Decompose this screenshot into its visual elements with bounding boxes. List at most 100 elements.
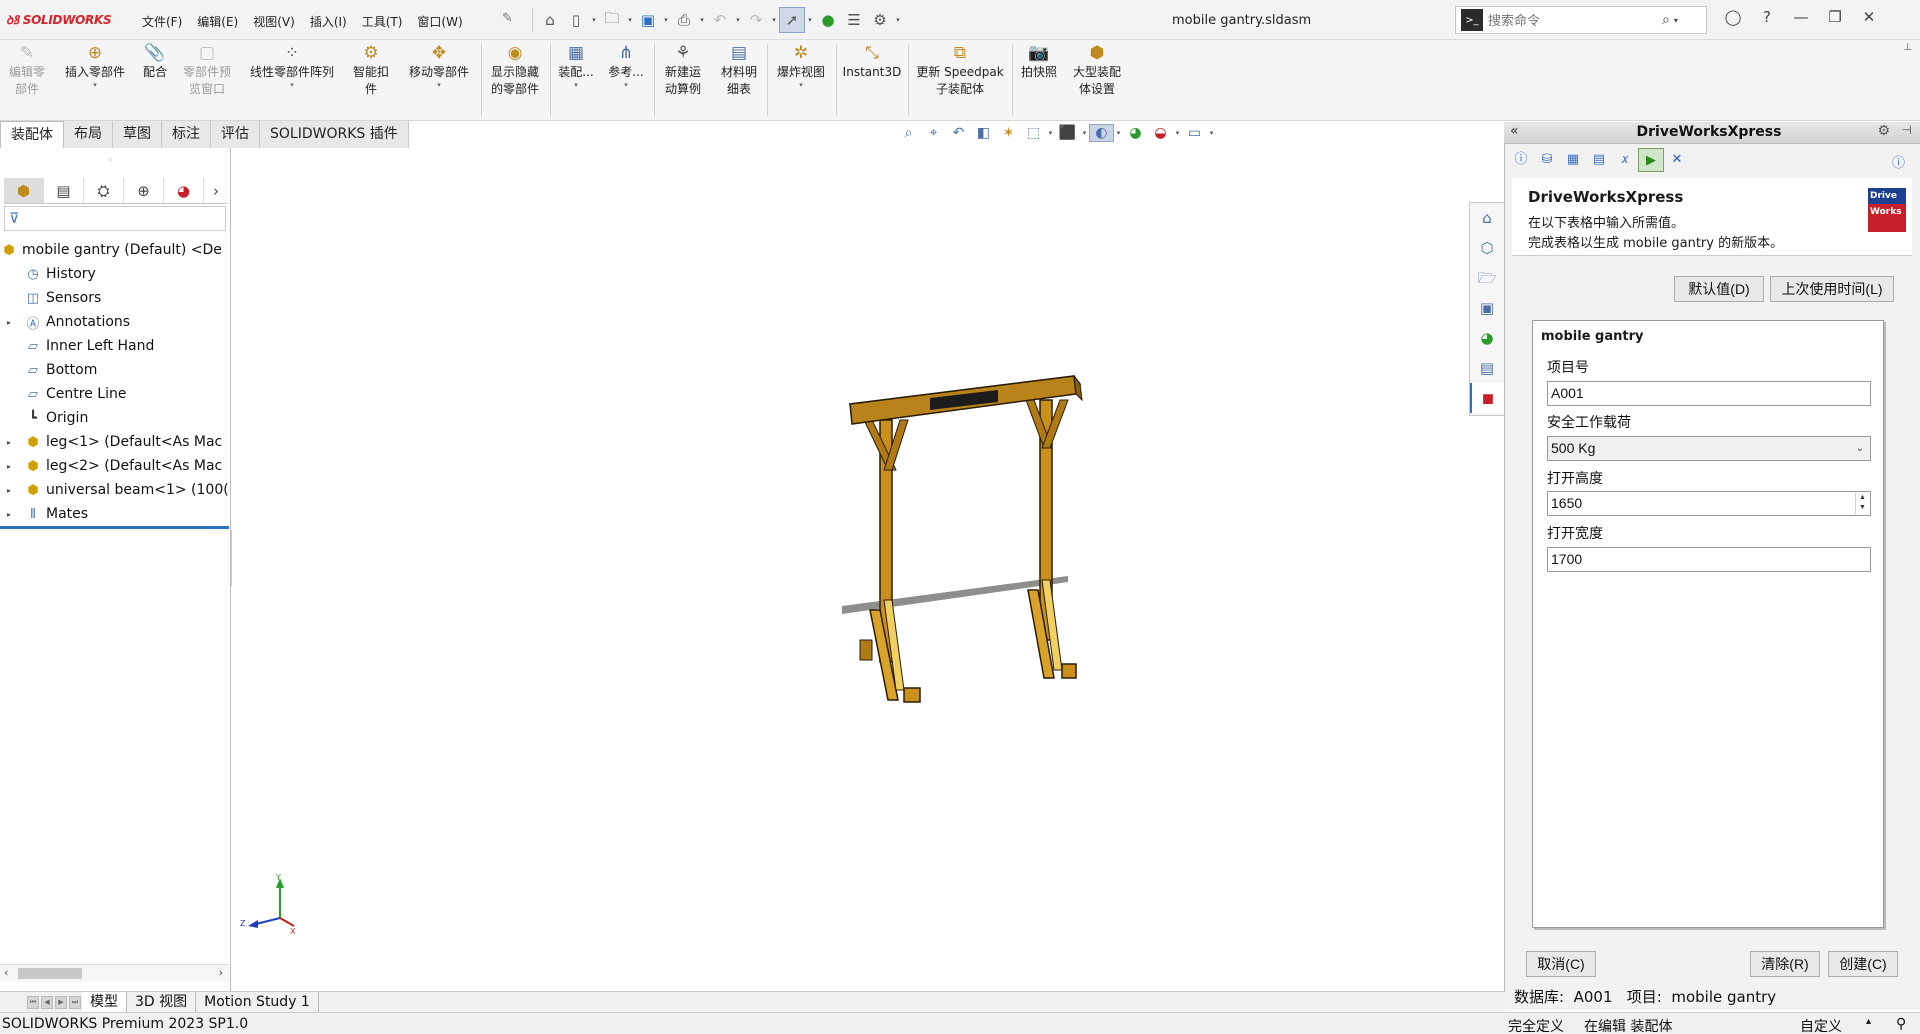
new-dropdown-icon[interactable]: ▾ [589, 16, 599, 24]
redo-icon[interactable]: ↷ [743, 7, 769, 33]
spin-buttons-icon[interactable]: ▲ ▼ [1855, 493, 1869, 514]
tree-item-mobile-gantry[interactable]: ⬢ mobile gantry (Default) <De [0, 238, 229, 262]
expand-arrow-icon[interactable]: ▸ [4, 462, 14, 471]
tree-item-universal-beam[interactable]: ▸ ⬢ universal beam<1> (100( [0, 478, 229, 502]
select-arrow-icon[interactable]: ➚ [779, 7, 805, 33]
scrollbar-thumb[interactable] [18, 968, 82, 979]
edit-component-button[interactable]: ✎ 编辑零 部件 [6, 44, 48, 98]
tree-item-leg-1[interactable]: ▸ ⬢ leg<1> (Default<As Mac [0, 430, 229, 454]
info-icon[interactable]: ⓘ [1508, 148, 1534, 172]
tab-markup[interactable]: 标注 [162, 121, 211, 148]
search-command-box[interactable]: >_ ⌕ ▾ [1455, 6, 1707, 34]
appearances-icon[interactable]: ◕ [1470, 323, 1504, 353]
tab-layout[interactable]: 布局 [64, 121, 113, 148]
save-dropdown-icon[interactable]: ▾ [661, 16, 671, 24]
create-button[interactable]: 创建(C) [1828, 951, 1898, 977]
scene-dropdown-icon[interactable]: ▾ [1173, 129, 1182, 137]
dimxpert-manager-icon[interactable]: ⊕ [124, 178, 164, 203]
apply-scene-icon[interactable]: ◒ [1148, 125, 1173, 141]
menu-insert[interactable]: 插入(I) [310, 13, 347, 30]
tree-item-origin[interactable]: ┗ Origin [0, 406, 229, 430]
tab-assembly[interactable]: 装配体 [0, 121, 64, 148]
units-custom-button[interactable]: 自定义 [1800, 1016, 1842, 1034]
prev-tab-icon[interactable]: ◀ [41, 995, 53, 1009]
save-icon[interactable]: ▣ [635, 7, 661, 33]
default-values-button[interactable]: 默认值(D) [1674, 276, 1764, 302]
tab-3d-views[interactable]: 3D 视图 [127, 992, 197, 1012]
configuration-manager-icon[interactable]: ⛭ [84, 178, 124, 203]
view-orientation-icon[interactable]: ⬚ [1021, 125, 1046, 141]
clear-button[interactable]: 清除(R) [1750, 951, 1820, 977]
graphics-viewport[interactable] [232, 148, 1502, 991]
hide-show-items-icon[interactable]: ◐ [1089, 124, 1114, 142]
section-view-icon[interactable]: ◧ [971, 125, 996, 141]
display-manager-icon[interactable]: ◕ [164, 178, 204, 203]
display-style-dropdown-icon[interactable]: ▾ [1080, 129, 1089, 137]
home-icon[interactable]: ⌂ [537, 7, 563, 33]
previous-view-icon[interactable]: ↶ [946, 125, 971, 141]
search-icon[interactable]: ⌕ [1662, 12, 1670, 28]
tab-solidworks-addins[interactable]: SOLIDWORKS 插件 [260, 121, 409, 148]
tree-horizontal-scrollbar[interactable]: ‹ › [0, 964, 229, 982]
restore-icon[interactable]: ❐ [1818, 8, 1852, 26]
instant3d-button[interactable]: ⤡ Instant3D [840, 44, 904, 81]
open-height-stepper[interactable]: 1650 ▲ ▼ [1547, 491, 1871, 516]
pin-menu-icon[interactable]: ✎ [502, 11, 513, 26]
tree-item-leg-2[interactable]: ▸ ⬢ leg<2> (Default<As Mac [0, 454, 229, 478]
menu-window[interactable]: 窗口(W) [417, 13, 462, 30]
panel-pin-icon[interactable]: ⊣ [1902, 123, 1912, 137]
bill-of-materials-button[interactable]: ▤ 材料明 细表 [714, 44, 764, 98]
expand-arrow-icon[interactable]: ▸ [4, 318, 14, 327]
expand-arrow-icon[interactable]: ▸ [4, 438, 14, 447]
zoom-to-area-icon[interactable]: ⌖ [921, 125, 946, 141]
new-document-icon[interactable]: ▯ [563, 7, 589, 33]
show-hidden-components-button[interactable]: ◉ 显示隐藏 的零部件 [484, 44, 546, 98]
tab-model[interactable]: 模型 [82, 992, 127, 1012]
formula-icon[interactable]: 𝑥 [1612, 148, 1638, 172]
select-dropdown-icon[interactable]: ▾ [805, 16, 815, 24]
edit-appearance-icon[interactable]: ◕ [1123, 125, 1148, 141]
rollback-bar[interactable] [0, 526, 229, 529]
file-properties-icon[interactable]: ☰ [841, 7, 867, 33]
close-icon[interactable]: ✕ [1852, 8, 1886, 26]
take-snapshot-button[interactable]: 📷 拍快照 [1016, 44, 1062, 81]
scroll-right-icon[interactable]: › [219, 966, 223, 979]
redo-dropdown-icon[interactable]: ▾ [769, 16, 779, 24]
menu-edit[interactable]: 编辑(E) [197, 13, 238, 30]
undo-dropdown-icon[interactable]: ▾ [733, 16, 743, 24]
display-style-icon[interactable]: ⬛ [1055, 125, 1080, 141]
design-library-icon[interactable]: ⬡ [1470, 233, 1504, 263]
file-explorer-icon[interactable]: 🗁 [1470, 263, 1504, 293]
run-icon[interactable]: ▶ [1638, 148, 1664, 172]
view-settings-icon[interactable]: ▭ [1182, 125, 1207, 141]
open-dropdown-icon[interactable]: ▾ [625, 16, 635, 24]
view-palette-icon[interactable]: ▣ [1470, 293, 1504, 323]
solidworks-resources-icon[interactable]: ⌂ [1470, 203, 1504, 233]
reference-geometry-button[interactable]: ⋔ 参考... ▾ [604, 44, 648, 90]
scroll-left-icon[interactable]: ‹ [4, 966, 8, 979]
project-number-input[interactable]: A001 [1547, 381, 1871, 406]
linear-pattern-button[interactable]: ⁘ 线性零部件阵列 ▾ [242, 44, 342, 90]
open-width-input[interactable]: 1700 [1547, 547, 1871, 572]
dynamic-annotation-icon[interactable]: ✶ [996, 125, 1021, 141]
tab-evaluate[interactable]: 评估 [211, 121, 260, 148]
more-tabs-icon[interactable]: › [204, 178, 228, 203]
panel-splitter-grip[interactable]: ◦ [108, 156, 113, 166]
tree-item-sensors[interactable]: ◫ Sensors [0, 286, 229, 310]
options-dropdown-icon[interactable]: ▾ [893, 16, 903, 24]
open-folder-icon[interactable]: 🗀 [599, 7, 625, 33]
feature-manager-tree-icon[interactable]: ⬢ [4, 178, 44, 203]
component-preview-button[interactable]: ▢ 零部件预 览窗口 [176, 44, 238, 98]
driveworks-help-icon[interactable]: ⓘ [1892, 152, 1905, 171]
custom-properties-icon[interactable]: ▤ [1470, 353, 1504, 383]
tree-item-annotations[interactable]: ▸ Ⓐ Annotations [0, 310, 229, 334]
insert-component-button[interactable]: ⊕ 插入零部件 ▾ [58, 44, 132, 90]
last-tab-icon[interactable]: ⏭ [69, 995, 81, 1009]
tree-item-centre-line[interactable]: ▱ Centre Line [0, 382, 229, 406]
solidworks-logo[interactable]: ꝺꝸ SOLIDWORKS [6, 11, 112, 28]
new-motion-study-button[interactable]: ⚘ 新建运 动算例 [658, 44, 708, 98]
menu-view[interactable]: 视图(V) [253, 13, 295, 30]
user-account-icon[interactable]: ◯ [1716, 8, 1750, 26]
units-dropdown-icon[interactable]: ▴ [1866, 1016, 1871, 1027]
forms-icon[interactable]: ▦ [1560, 148, 1586, 172]
